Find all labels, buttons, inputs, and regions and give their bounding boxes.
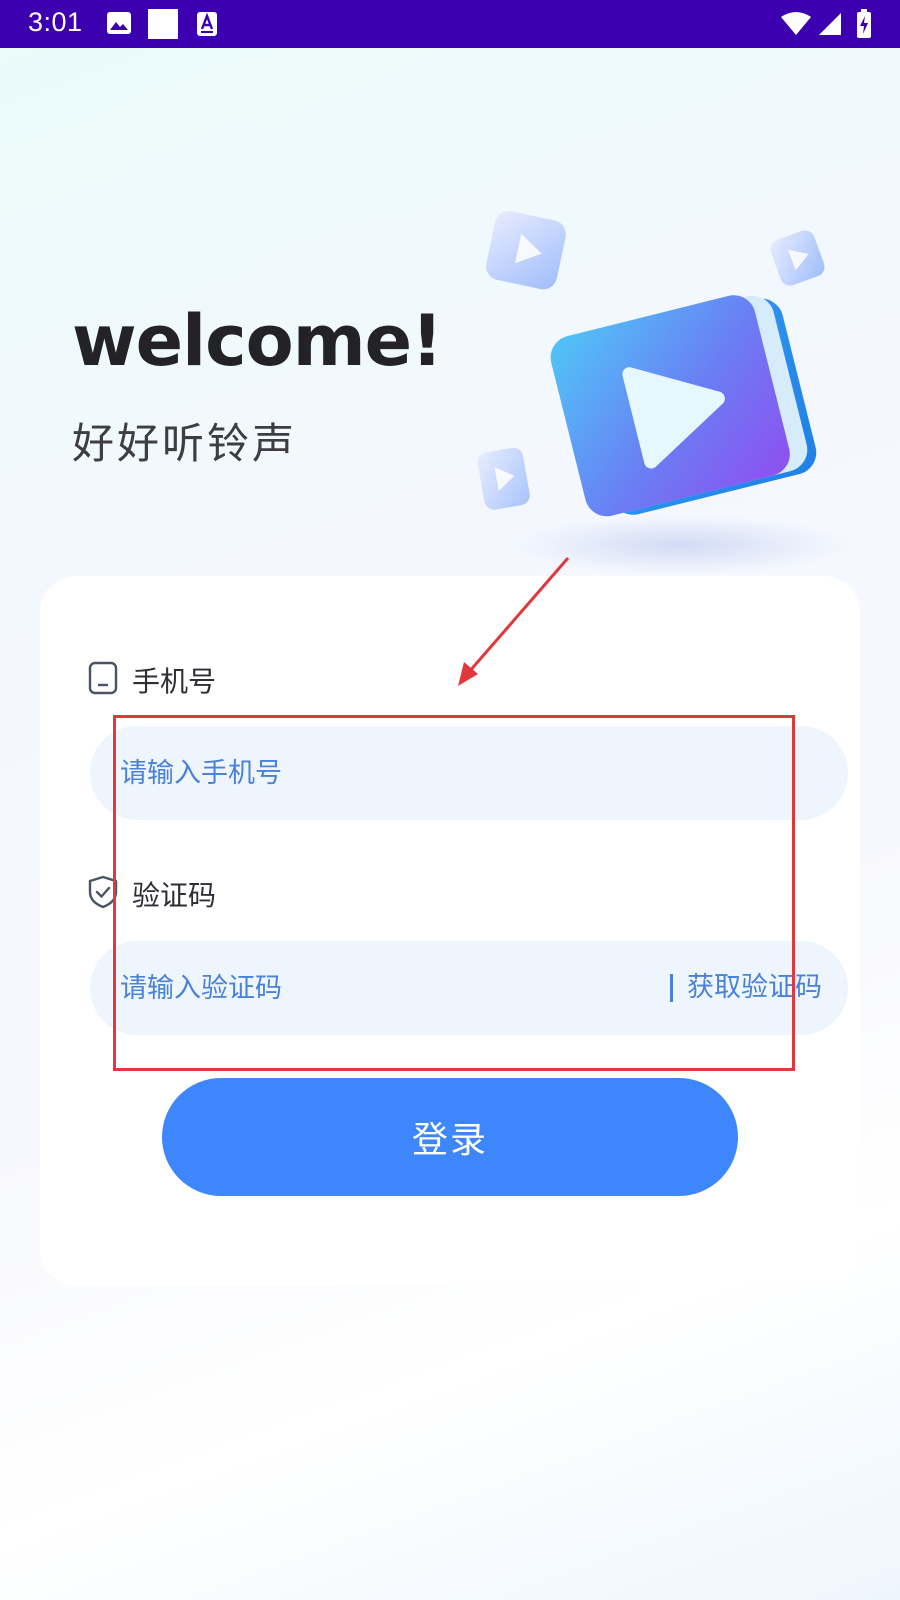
status-time: 3:01 [28, 7, 83, 37]
phone-label-row: 手机号 [88, 660, 216, 700]
login-button[interactable]: 登录 [162, 1078, 738, 1196]
phone-input-box[interactable] [90, 726, 848, 820]
status-bar: 3:01 [0, 0, 900, 48]
code-label-row: 验证码 [88, 874, 216, 914]
wifi-icon [780, 12, 812, 40]
phone-label: 手机号 [132, 665, 217, 698]
shield-check-icon [88, 875, 118, 913]
square-notification-icon [148, 9, 178, 39]
cell-signal-icon [818, 12, 842, 40]
welcome-heading: welcome! [72, 300, 443, 382]
code-input[interactable] [120, 941, 560, 1035]
get-code-button[interactable]: 获取验证码 [687, 941, 822, 1035]
app-name: 好好听铃声 [72, 419, 298, 468]
font-download-icon [196, 11, 218, 41]
battery-charging-icon [856, 9, 872, 43]
phone-icon [88, 661, 118, 699]
divider [670, 974, 673, 1002]
code-label: 验证码 [132, 879, 217, 912]
video-play-illustration [477, 211, 850, 575]
login-card: 手机号 验证码 获取验证码 登录 [40, 576, 860, 1286]
phone-input[interactable] [120, 726, 560, 820]
gallery-icon [106, 11, 132, 39]
code-input-box[interactable]: 获取验证码 [90, 941, 848, 1035]
